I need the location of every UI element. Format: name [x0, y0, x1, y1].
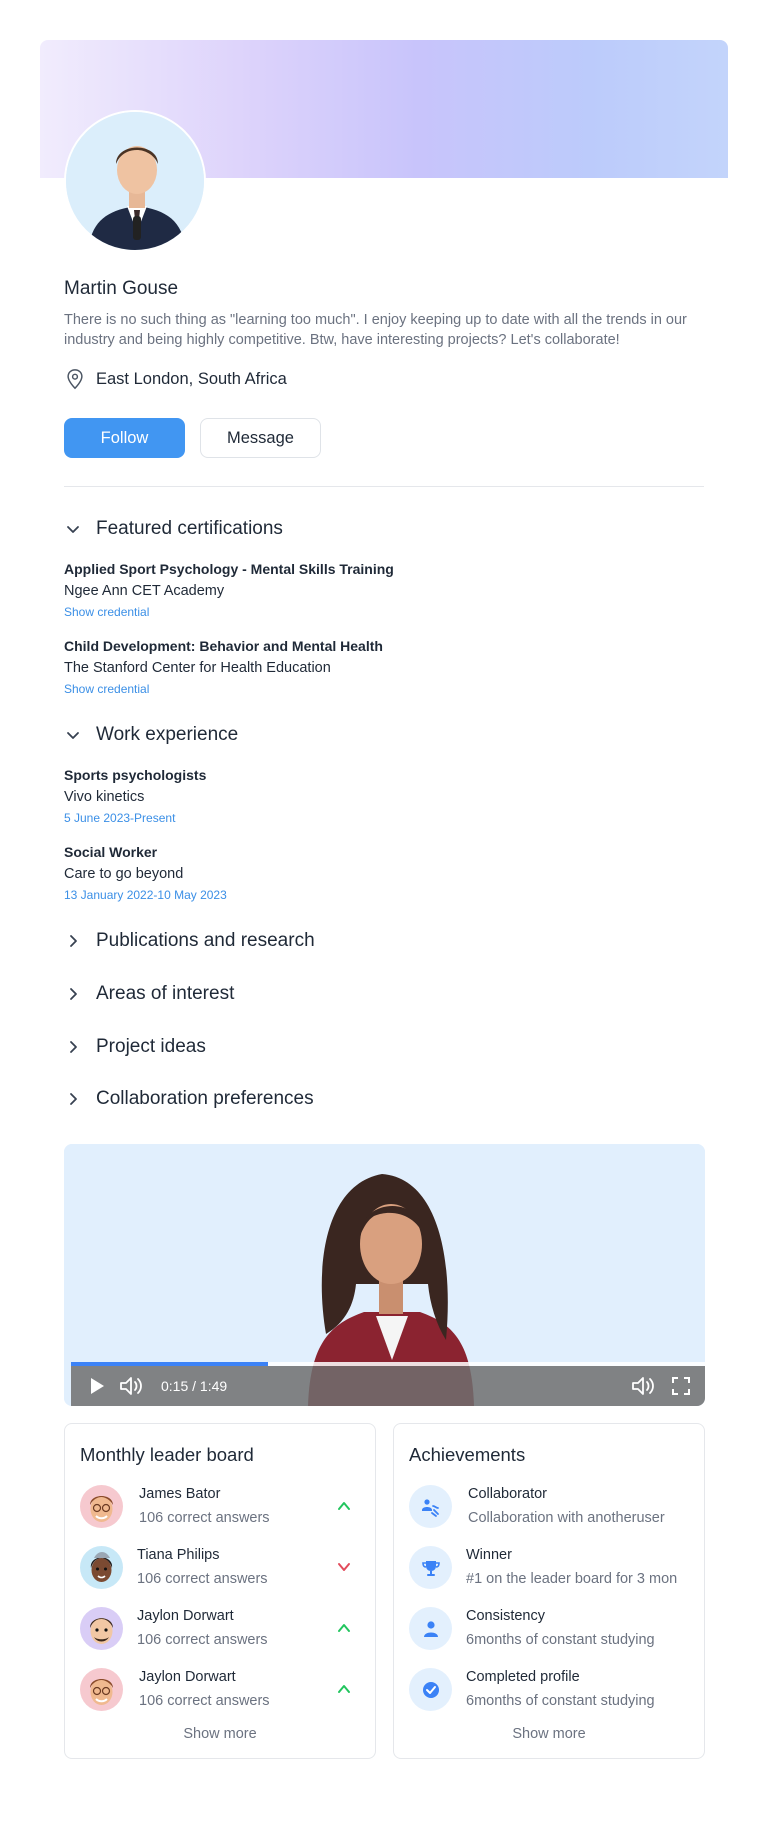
- profile-photo: [66, 112, 204, 250]
- leaderboard-row[interactable]: Jaylon Dorwart 106 correct answers: [80, 1665, 362, 1715]
- leaderboard-score: 106 correct answers: [137, 1571, 268, 1587]
- show-credential-link[interactable]: Show credential: [64, 682, 149, 696]
- achievement-name: Winner: [466, 1547, 512, 1563]
- video-controls: 0:15 / 1:49: [71, 1366, 705, 1406]
- memoji-avatar: [90, 1552, 113, 1582]
- section-work-title: Work experience: [96, 724, 239, 745]
- achievement-row: Winner #1 on the leader board for 3 mon: [409, 1543, 691, 1593]
- profile-bio: There is no such thing as "learning too …: [64, 312, 687, 348]
- profile-card: [40, 40, 728, 252]
- trend-up-icon: [338, 1624, 350, 1632]
- achievement-name: Consistency: [466, 1608, 545, 1624]
- profile-name: Martin Gouse: [64, 278, 179, 299]
- video-time: 0:15 / 1:49: [161, 1378, 228, 1394]
- fullscreen-icon[interactable]: [671, 1376, 691, 1396]
- video-player[interactable]: 0:15 / 1:49: [64, 1144, 705, 1406]
- section-collaboration-toggle[interactable]: Collaboration preferences: [64, 1088, 314, 1110]
- trend-up-icon: [338, 1685, 350, 1693]
- avatar: [80, 1546, 123, 1589]
- memoji-avatar: [90, 1679, 113, 1705]
- achievement-description: Collaboration with anotheruser: [468, 1510, 665, 1526]
- chevron-right-icon: [70, 1041, 77, 1053]
- volume-icon[interactable]: [119, 1376, 145, 1396]
- leaderboard-panel: Monthly leader board James Bator 106 cor…: [64, 1423, 376, 1759]
- job-org: Vivo kinetics: [64, 789, 145, 805]
- trophy-icon: [409, 1546, 452, 1589]
- trend-down-icon: [338, 1563, 350, 1571]
- achievement-row: Collaborator Collaboration with anotheru…: [409, 1482, 691, 1532]
- leaderboard-name: Jaylon Dorwart: [137, 1608, 234, 1624]
- leaderboard-name: Tiana Philips: [137, 1547, 220, 1563]
- leaderboard-show-more[interactable]: Show more: [65, 1726, 375, 1742]
- job-dates: 13 January 2022-10 May 2023: [64, 888, 227, 902]
- achievement-row: Consistency 6months of constant studying: [409, 1604, 691, 1654]
- section-interests-title: Areas of interest: [96, 983, 235, 1004]
- section-work-toggle[interactable]: Work experience: [64, 724, 238, 746]
- leaderboard-score: 106 correct answers: [137, 1632, 268, 1648]
- leaderboard-title: Monthly leader board: [80, 1444, 254, 1465]
- avatar: [80, 1607, 123, 1650]
- section-publications-toggle[interactable]: Publications and research: [64, 930, 315, 952]
- chevron-right-icon: [70, 1093, 77, 1105]
- chevron-right-icon: [70, 988, 77, 1000]
- profile-location: East London, South Africa: [64, 368, 287, 390]
- leaderboard-name: Jaylon Dorwart: [139, 1669, 236, 1685]
- follow-button[interactable]: Follow: [64, 418, 185, 458]
- certification-title: Applied Sport Psychology - Mental Skills…: [64, 561, 394, 577]
- certification-org: The Stanford Center for Health Education: [64, 660, 331, 676]
- section-interests-toggle[interactable]: Areas of interest: [64, 983, 234, 1005]
- memoji-avatar: [90, 1496, 113, 1522]
- section-publications-title: Publications and research: [96, 930, 315, 951]
- location-pin-icon: [67, 369, 83, 390]
- leaderboard-row[interactable]: Jaylon Dorwart 106 correct answers: [80, 1604, 362, 1654]
- leaderboard-name: James Bator: [139, 1486, 221, 1502]
- leaderboard-score: 106 correct answers: [139, 1693, 270, 1709]
- play-icon[interactable]: [89, 1377, 105, 1395]
- collaborator-icon: [409, 1485, 452, 1528]
- trend-up-icon: [338, 1502, 350, 1510]
- job-title: Sports psychologists: [64, 767, 207, 783]
- chevron-down-icon: [67, 732, 79, 739]
- job-org: Care to go beyond: [64, 866, 184, 882]
- chevron-right-icon: [70, 935, 77, 947]
- certification-title: Child Development: Behavior and Mental H…: [64, 638, 383, 654]
- section-certifications-toggle[interactable]: Featured certifications: [64, 518, 283, 540]
- chevron-down-icon: [67, 526, 79, 533]
- section-certifications-title: Featured certifications: [96, 518, 283, 539]
- job-title: Social Worker: [64, 844, 158, 860]
- achievement-description: 6months of constant studying: [466, 1693, 655, 1709]
- location-text: East London, South Africa: [96, 369, 287, 388]
- section-projects-toggle[interactable]: Project ideas: [64, 1036, 206, 1058]
- memoji-avatar: [90, 1618, 113, 1644]
- certification-org: Ngee Ann CET Academy: [64, 583, 225, 599]
- achievement-name: Collaborator: [468, 1486, 547, 1502]
- leaderboard-score: 106 correct answers: [139, 1510, 270, 1526]
- achievement-description: #1 on the leader board for 3 mon: [466, 1571, 678, 1587]
- avatar: [80, 1485, 123, 1528]
- avatar: [80, 1668, 123, 1711]
- section-divider: [64, 486, 704, 487]
- message-button[interactable]: Message: [200, 418, 321, 458]
- leaderboard-row[interactable]: Tiana Philips 106 correct answers: [80, 1543, 362, 1593]
- achievement-description: 6months of constant studying: [466, 1632, 655, 1648]
- achievement-row: Completed profile 6months of constant st…: [409, 1665, 691, 1715]
- section-projects-title: Project ideas: [96, 1036, 206, 1057]
- achievements-show-more[interactable]: Show more: [394, 1726, 704, 1742]
- person-icon: [409, 1607, 452, 1650]
- check-badge-icon: [409, 1668, 452, 1711]
- achievement-name: Completed profile: [466, 1669, 580, 1685]
- section-collaboration-title: Collaboration preferences: [96, 1088, 314, 1109]
- job-dates: 5 June 2023-Present: [64, 811, 176, 825]
- achievements-panel: Achievements Collaborator Collaboration …: [393, 1423, 705, 1759]
- leaderboard-row[interactable]: James Bator 106 correct answers: [80, 1482, 362, 1532]
- achievements-title: Achievements: [409, 1444, 526, 1465]
- show-credential-link[interactable]: Show credential: [64, 605, 149, 619]
- volume-icon[interactable]: [631, 1376, 657, 1396]
- profile-avatar[interactable]: [64, 110, 206, 252]
